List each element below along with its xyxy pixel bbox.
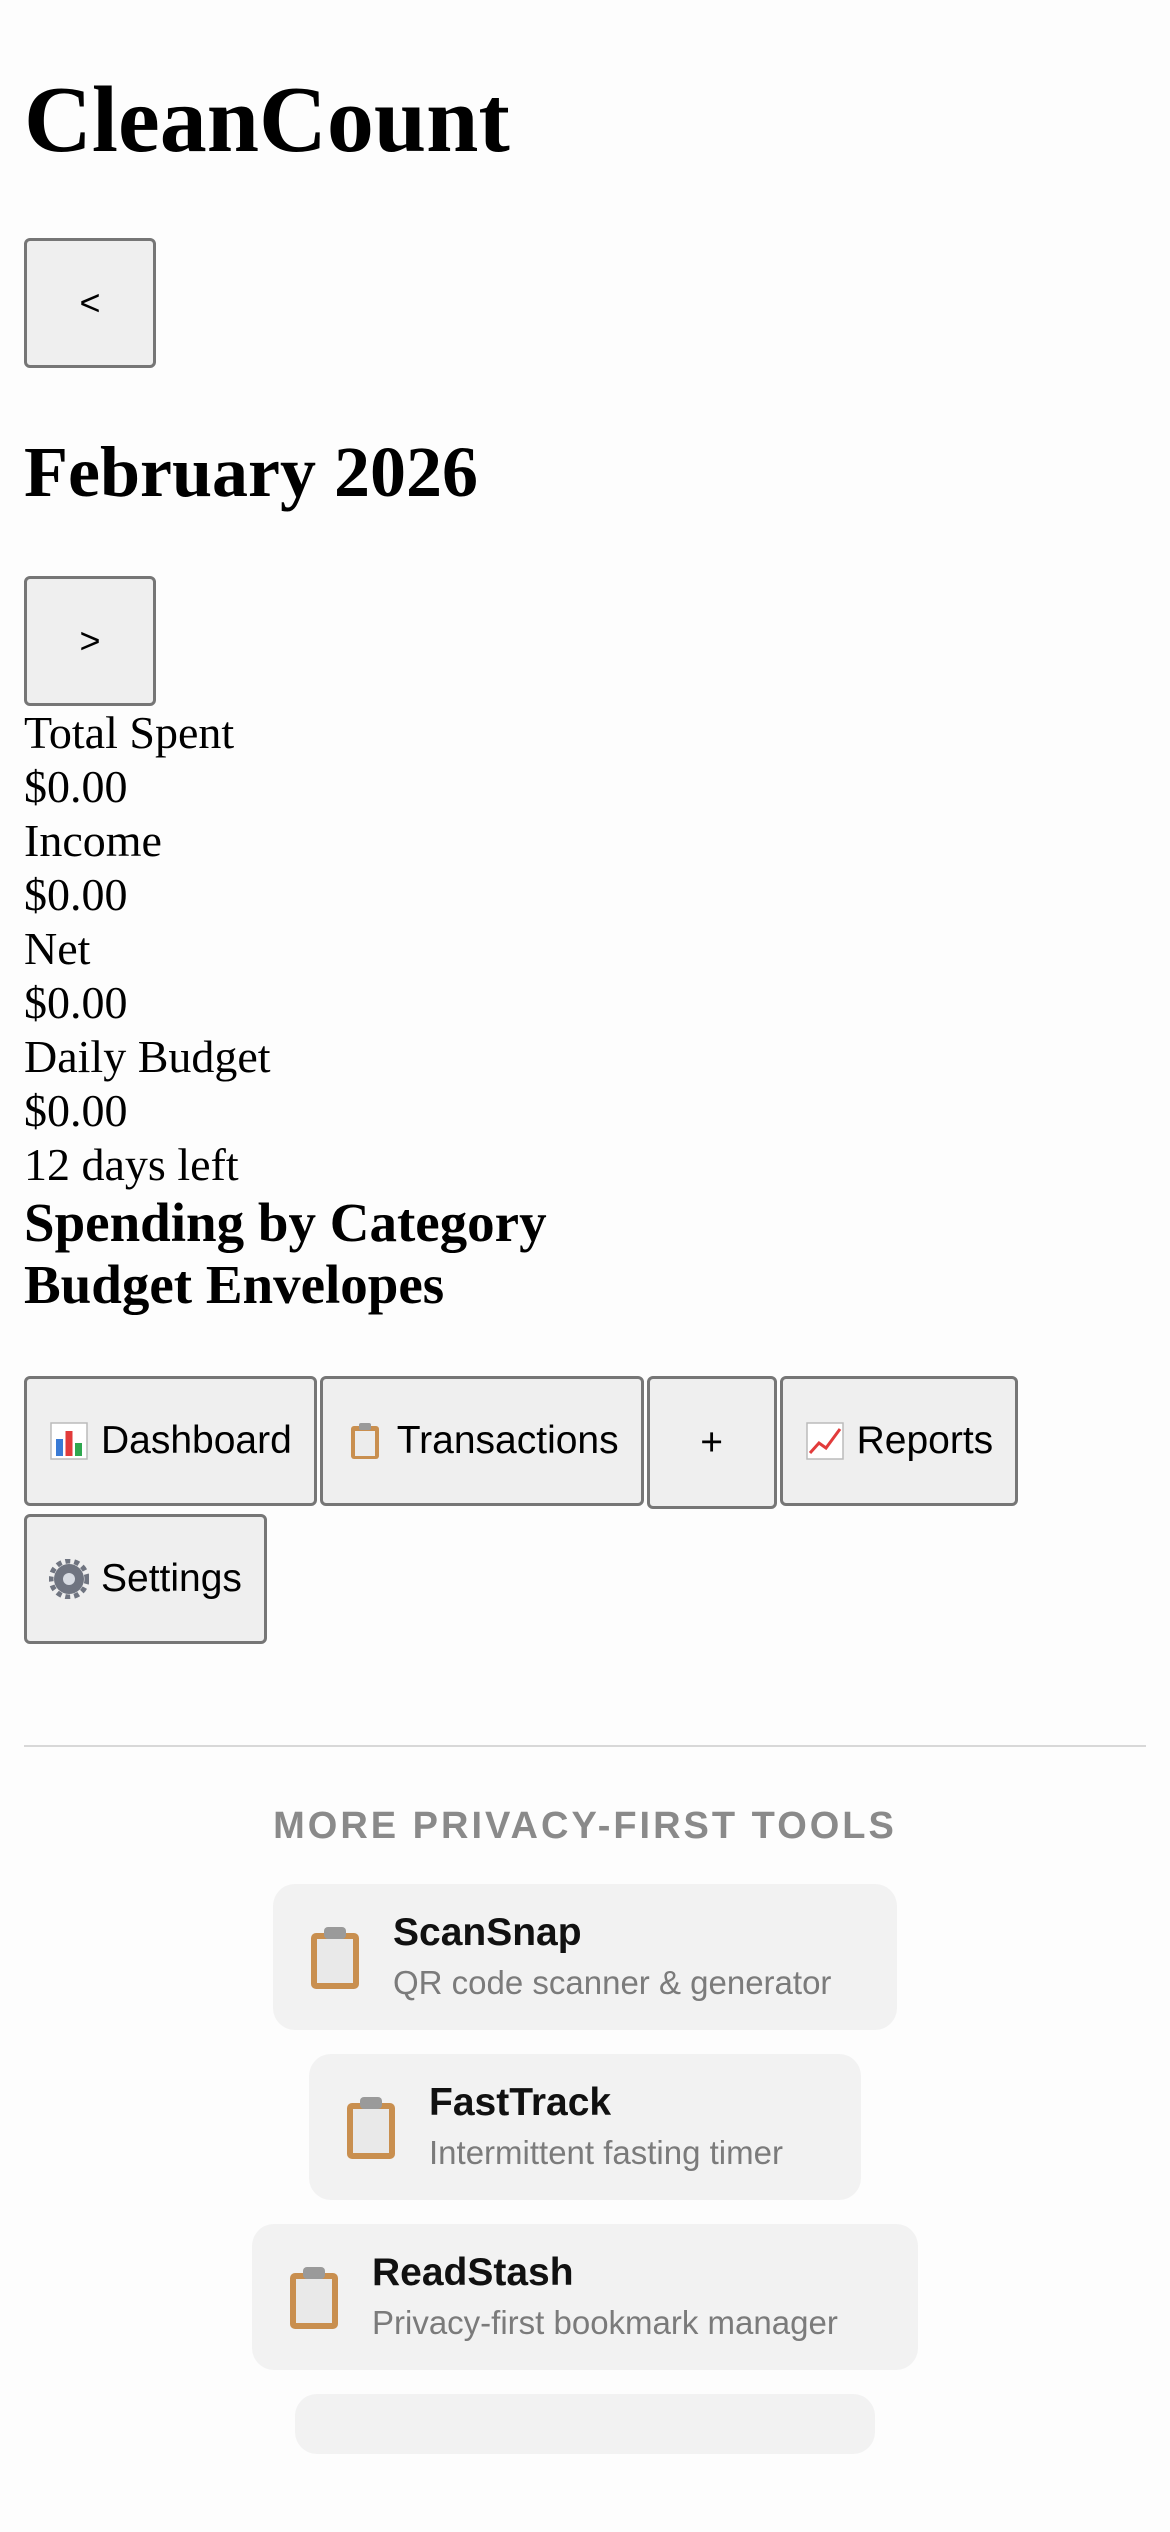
clipboard-icon [286, 2265, 342, 2329]
spending-by-category-heading: Spending by Category [24, 1192, 547, 1253]
budget-envelopes-heading: Budget Envelopes [24, 1254, 445, 1315]
tool-description: Privacy-first bookmark manager [372, 2304, 838, 2341]
gear-icon [48, 1558, 90, 1600]
tool-card-readstash[interactable]: ReadStash Privacy-first bookmark manager [252, 2224, 918, 2370]
total-spent-value: $0.00 [24, 761, 128, 812]
tool-text: FastTrack Intermittent fasting timer [429, 2080, 783, 2174]
divider [24, 1745, 1146, 1747]
tab-transactions-label: Transactions [396, 1419, 619, 1462]
tool-name: ReadStash [372, 2251, 574, 2294]
tab-settings-label: Settings [101, 1557, 242, 1600]
tab-dashboard-label: Dashboard [101, 1419, 292, 1462]
tab-transactions[interactable]: Transactions [319, 1376, 644, 1506]
net-value: $0.00 [24, 977, 128, 1028]
more-tools-section: MORE PRIVACY-FIRST TOOLS ScanSnap QR cod… [24, 1805, 1146, 2454]
daily-budget-label: Daily Budget [24, 1031, 271, 1082]
next-month-button[interactable]: > [24, 576, 156, 706]
current-month-title: February 2026 [24, 432, 478, 512]
tab-reports[interactable]: Reports [779, 1376, 1019, 1506]
clipboard-icon [345, 1421, 385, 1461]
daily-budget-value: $0.00 [24, 1085, 128, 1136]
days-left: 12 days left [24, 1139, 239, 1190]
income-value: $0.00 [24, 869, 128, 920]
total-spent-label: Total Spent [24, 707, 235, 758]
tab-bar: Dashboard Transactions + Reports Setting… [24, 1376, 1124, 1649]
clipboard-icon [307, 1925, 363, 1989]
tool-description: Intermittent fasting timer [429, 2134, 783, 2171]
tool-card-scansnap[interactable]: ScanSnap QR code scanner & generator [273, 1884, 897, 2030]
prev-month-button[interactable]: < [24, 238, 156, 368]
tool-description: QR code scanner & generator [393, 1964, 832, 2001]
tool-card-partial[interactable] [295, 2394, 875, 2454]
tool-name: FastTrack [429, 2081, 612, 2124]
tab-reports-label: Reports [856, 1419, 994, 1462]
clipboard-icon [343, 2095, 399, 2159]
income-label: Income [24, 815, 162, 866]
tool-name: ScanSnap [393, 1911, 582, 1954]
app-root: CleanCount < February 2026 > Total Spent… [0, 0, 1170, 2454]
bar-chart-icon [49, 1421, 89, 1461]
trend-up-icon [805, 1421, 845, 1461]
tool-card-fasttrack[interactable]: FastTrack Intermittent fasting timer [309, 2054, 861, 2200]
tool-text: ScanSnap QR code scanner & generator [393, 1910, 831, 2004]
tab-dashboard[interactable]: Dashboard [24, 1376, 317, 1506]
tab-settings[interactable]: Settings [24, 1514, 267, 1644]
tool-text: ReadStash Privacy-first bookmark manager [372, 2250, 838, 2344]
app-title: CleanCount [24, 68, 510, 172]
add-transaction-button[interactable]: + [646, 1376, 777, 1509]
summary-stats: Total Spent $0.00 Income $0.00 Net $0.00… [24, 706, 1146, 1192]
more-tools-heading: MORE PRIVACY-FIRST TOOLS [273, 1805, 897, 1847]
net-label: Net [24, 923, 91, 974]
